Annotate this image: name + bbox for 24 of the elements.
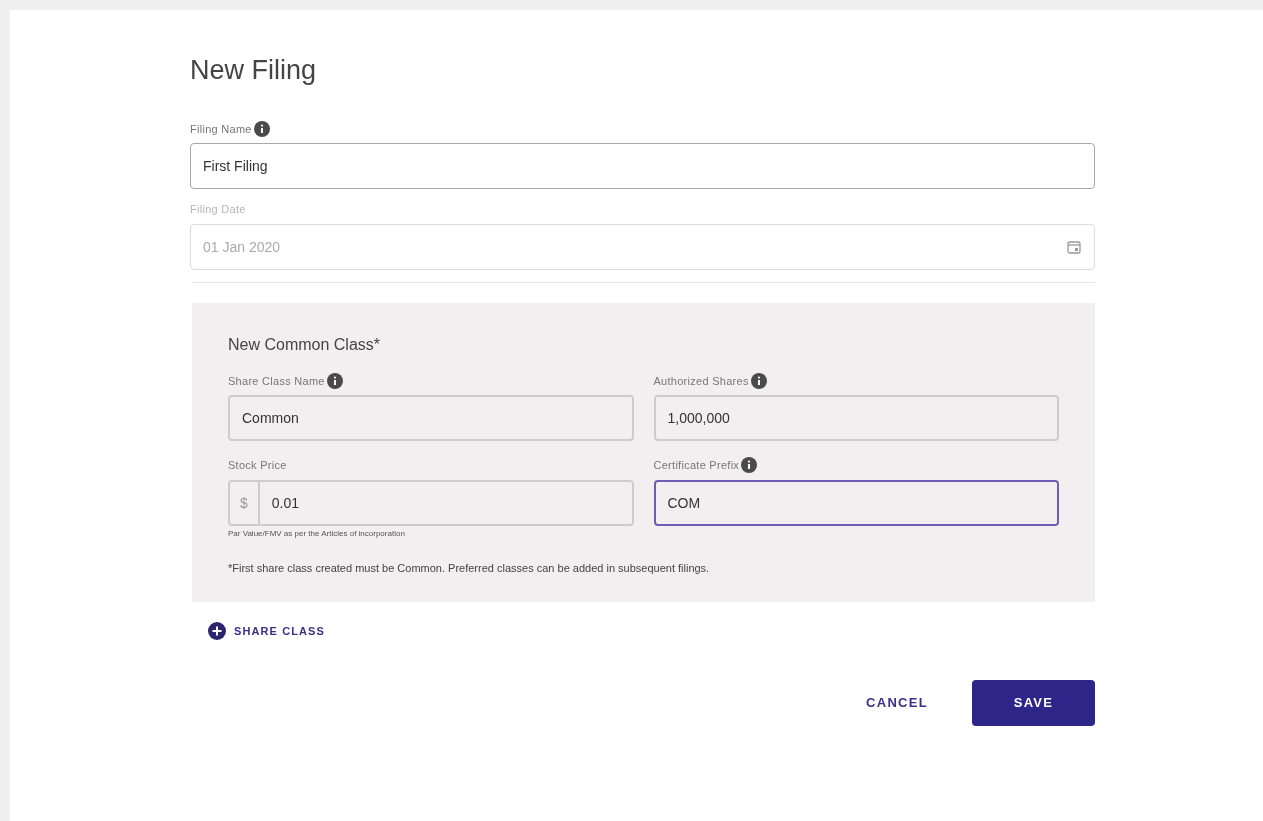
input-field[interactable]: COM [653,479,1059,526]
note-text: *First share class created must be Common. Preferred classes can be added in subsequent filings. [228,560,711,576]
field-label: Authorized Shares [653,373,749,389]
cancel-button[interactable]: CANCEL [854,680,940,726]
field-label: Certificate Prefix [653,458,740,473]
currency-prefix: $ [230,481,260,524]
add-share-class-button[interactable]: SHARE CLASS [208,622,325,640]
input-field[interactable]: Common [228,395,634,441]
field-label: Stock Price [228,458,287,473]
info-icon [253,120,270,137]
info-icon [326,372,343,389]
info-icon [741,457,758,474]
field-label: Share Class Name [228,373,325,389]
save-button[interactable]: SAVE [972,680,1095,726]
info-icon [750,372,767,389]
input-field[interactable]: 1,000,000 [653,395,1059,441]
field-label: Filing Date [190,202,246,217]
input-field[interactable]: First Filing [190,143,1095,189]
field-label: Filing Name [190,121,252,137]
plus-circle-icon [208,622,226,640]
price-field[interactable]: $ 0.01 [228,479,634,526]
dialog-title: New Filing [190,54,318,87]
section-title: New Common Class* [228,334,382,355]
helper-text: Par Value/FMV as per the Articles of incorporation [228,527,406,540]
